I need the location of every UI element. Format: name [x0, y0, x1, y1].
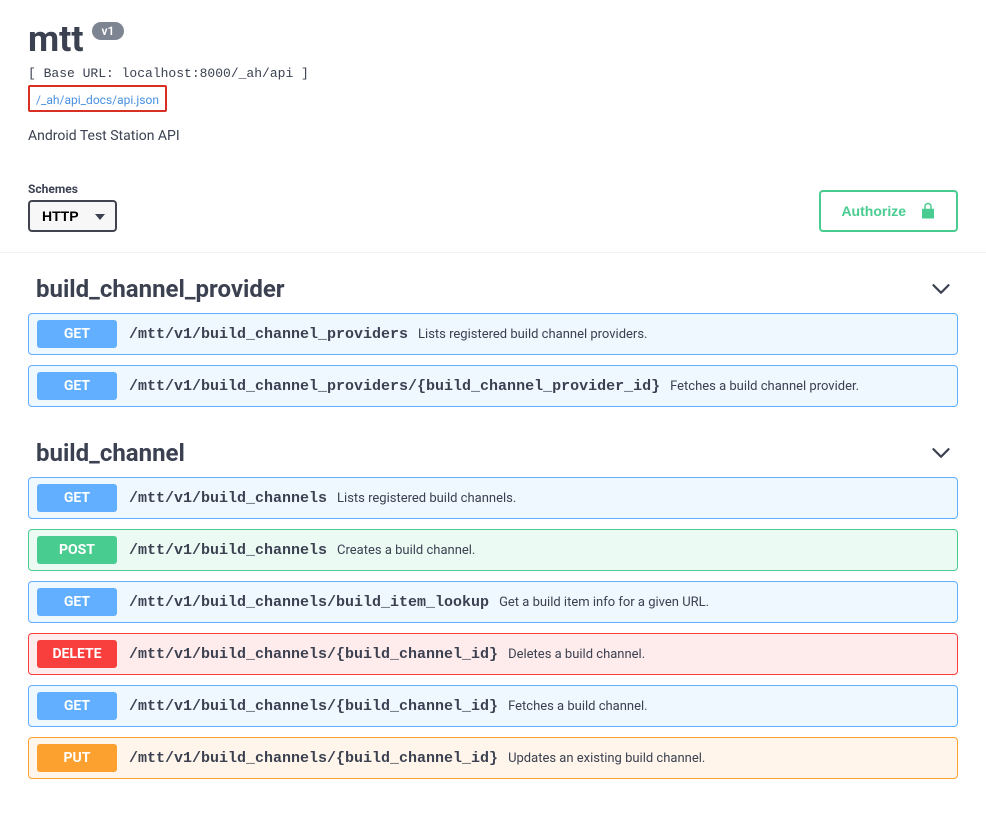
- authorize-label: Authorize: [841, 203, 906, 219]
- chevron-down-icon: [932, 447, 950, 459]
- operation-path: /mtt/v1/build_channels: [129, 490, 327, 507]
- method-badge-get: GET: [37, 484, 117, 512]
- method-badge-get: GET: [37, 692, 117, 720]
- tag-name: build_channel: [36, 439, 185, 467]
- api-json-link[interactable]: /_ah/api_docs/api.json: [36, 93, 159, 107]
- operation-row[interactable]: GET/mtt/v1/build_channels Lists registere…: [28, 477, 958, 519]
- authorize-button[interactable]: Authorize: [819, 190, 958, 232]
- tag-name: build_channel_provider: [36, 275, 285, 303]
- method-badge-delete: DELETE: [37, 640, 117, 668]
- tag-header-build_channel_provider[interactable]: build_channel_provider: [28, 253, 958, 313]
- schemes-block: Schemes HTTP: [28, 182, 117, 232]
- base-url: [ Base URL: localhost:8000/_ah/api ]: [28, 66, 958, 81]
- operation-summary: Lists registered build channel providers…: [418, 327, 647, 342]
- api-json-link-highlight: /_ah/api_docs/api.json: [28, 85, 167, 112]
- operation-summary: Fetches a build channel provider.: [670, 379, 859, 394]
- operation-row[interactable]: GET/mtt/v1/build_channel_providers Lists …: [28, 313, 958, 355]
- scheme-authorize-row: Schemes HTTP Authorize: [0, 154, 986, 253]
- operation-row[interactable]: GET/mtt/v1/build_channels/build_item_loo…: [28, 581, 958, 623]
- info-section: mtt v1 [ Base URL: localhost:8000/_ah/ap…: [0, 0, 986, 154]
- operation-summary: Deletes a build channel.: [508, 647, 645, 662]
- schemes-label: Schemes: [28, 182, 117, 196]
- method-badge-get: GET: [37, 320, 117, 348]
- tag-header-build_channel[interactable]: build_channel: [28, 417, 958, 477]
- operation-summary: Get a build item info for a given URL.: [499, 595, 709, 610]
- operation-row[interactable]: POST/mtt/v1/build_channels Creates a buil…: [28, 529, 958, 571]
- operation-summary: Creates a build channel.: [337, 543, 475, 558]
- lock-icon: [920, 202, 936, 220]
- operation-summary: Updates an existing build channel.: [508, 751, 705, 766]
- operation-path: /mtt/v1/build_channel_providers: [129, 326, 408, 343]
- operation-row[interactable]: GET/mtt/v1/build_channel_providers/{buil…: [28, 365, 958, 407]
- chevron-down-icon: [932, 283, 950, 295]
- api-description: Android Test Station API: [28, 128, 958, 144]
- operation-summary: Fetches a build channel.: [508, 699, 648, 714]
- operation-row[interactable]: GET/mtt/v1/build_channels/{build_channel…: [28, 685, 958, 727]
- title-row: mtt v1: [28, 18, 958, 60]
- operation-path: /mtt/v1/build_channels/{build_channel_id…: [129, 750, 498, 767]
- method-badge-get: GET: [37, 372, 117, 400]
- method-badge-put: PUT: [37, 744, 117, 772]
- operation-row[interactable]: DELETE/mtt/v1/build_channels/{build_chan…: [28, 633, 958, 675]
- version-badge: v1: [92, 22, 125, 40]
- method-badge-get: GET: [37, 588, 117, 616]
- schemes-select[interactable]: HTTP: [28, 200, 117, 232]
- method-badge-post: POST: [37, 536, 117, 564]
- operation-path: /mtt/v1/build_channels/{build_channel_id…: [129, 698, 498, 715]
- operation-path: /mtt/v1/build_channels/{build_channel_id…: [129, 646, 498, 663]
- tags-area: build_channel_provider GET/mtt/v1/build_c…: [0, 253, 986, 779]
- operation-path: /mtt/v1/build_channel_providers/{build_c…: [129, 378, 660, 395]
- operation-path: /mtt/v1/build_channels/build_item_lookup: [129, 594, 489, 611]
- api-title: mtt: [28, 18, 84, 60]
- operation-row[interactable]: PUT/mtt/v1/build_channels/{build_channel…: [28, 737, 958, 779]
- operation-path: /mtt/v1/build_channels: [129, 542, 327, 559]
- operation-summary: Lists registered build channels.: [337, 491, 516, 506]
